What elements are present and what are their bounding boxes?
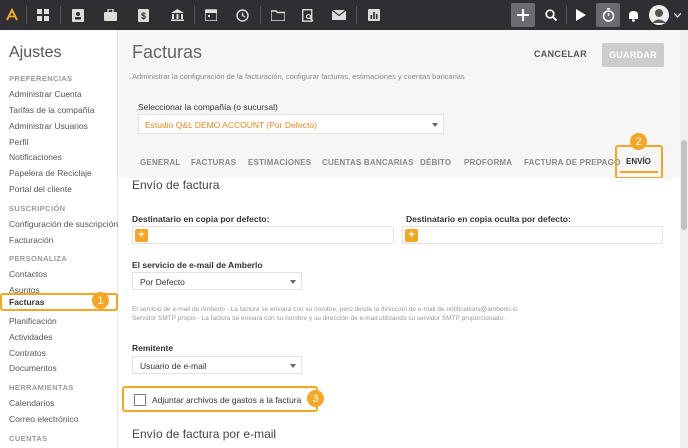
section-heading: Envío de factura por e-mail bbox=[132, 427, 277, 441]
sidebar-item-label: Facturas bbox=[9, 297, 45, 307]
cc-label: Destinatario en copia por defecto: bbox=[132, 214, 270, 224]
sidebar-section-label: CUENTAS bbox=[9, 434, 48, 443]
sender-select[interactable]: Usuario de e-mail bbox=[132, 356, 302, 374]
step-badge-1: 1 bbox=[92, 292, 109, 309]
settings-tabs: GENERAL FACTURAS ESTIMACIONES CUENTAS BA… bbox=[118, 150, 680, 178]
sidebar-item[interactable]: Papelera de Reciclaje bbox=[9, 168, 92, 178]
sidebar-item[interactable]: Administrar Cuenta bbox=[9, 89, 82, 99]
sidebar-item[interactable]: Documentos bbox=[9, 363, 57, 373]
bank-icon[interactable] bbox=[162, 0, 192, 30]
cancel-button[interactable]: CANCELAR bbox=[528, 43, 593, 65]
page-description: Administrar la configuración de la factu… bbox=[132, 72, 465, 81]
dashboard-icon[interactable] bbox=[30, 0, 56, 30]
timer-icon[interactable] bbox=[596, 3, 620, 27]
history-icon[interactable] bbox=[228, 0, 256, 30]
company-select-label: Seleccionar la compañía (o sucursal) bbox=[138, 102, 278, 112]
sidebar-item[interactable]: Configuración de suscripción bbox=[9, 219, 118, 229]
sidebar-item[interactable]: Actividades bbox=[9, 332, 52, 342]
sidebar-item[interactable]: Portal del cliente bbox=[9, 184, 72, 194]
sidebar-section-label: SUSCRIPCIÓN bbox=[9, 204, 66, 213]
logo-icon[interactable] bbox=[0, 0, 24, 30]
play-icon[interactable] bbox=[570, 0, 592, 30]
sidebar-item[interactable]: Facturación bbox=[9, 235, 53, 245]
top-navigation-bar: $ bbox=[0, 0, 688, 30]
attach-expenses-checkbox[interactable] bbox=[134, 394, 146, 406]
calendar-icon[interactable] bbox=[198, 0, 224, 30]
email-service-label: El servicio de e-mail de Amberlo bbox=[132, 260, 263, 270]
reports-icon[interactable] bbox=[360, 0, 388, 30]
invoice-icon[interactable]: $ bbox=[128, 0, 158, 30]
company-select-value: Estudio Q&L DEMO ACCOUNT (Por Defecto) bbox=[145, 120, 317, 130]
scrollbar-thumb[interactable] bbox=[681, 140, 687, 230]
avatar[interactable] bbox=[648, 0, 670, 30]
page-title: Facturas bbox=[132, 42, 203, 62]
cc-input[interactable]: + bbox=[132, 226, 394, 244]
sidebar-section-label: PREFERENCIAS bbox=[9, 74, 73, 83]
save-button[interactable]: GUARDAR bbox=[602, 43, 664, 67]
add-recipient-button[interactable]: + bbox=[135, 229, 148, 242]
email-service-select[interactable]: Por Defecto bbox=[132, 272, 302, 290]
add-icon[interactable] bbox=[511, 3, 535, 27]
folder-icon[interactable] bbox=[264, 0, 292, 30]
bcc-label: Destinatario en copia oculta por defecto… bbox=[406, 214, 571, 224]
sidebar-item[interactable]: Contratos bbox=[9, 348, 46, 358]
sidebar-item[interactable]: Administrar Usuarios bbox=[9, 121, 88, 131]
mail-icon[interactable] bbox=[324, 0, 354, 30]
chevron-down-icon bbox=[432, 123, 438, 127]
sidebar-item[interactable]: Correo electrónico bbox=[9, 414, 78, 424]
email-service-value: Por Defecto bbox=[140, 277, 185, 287]
company-select[interactable]: Estudio Q&L DEMO ACCOUNT (Por Defecto) bbox=[138, 114, 444, 134]
chevron-down-icon bbox=[290, 364, 296, 368]
help-text: El servicio de e-mail de Amberlo - La fa… bbox=[132, 306, 518, 313]
sidebar-item[interactable]: Planificación bbox=[9, 316, 57, 326]
active-tab-indicator bbox=[620, 171, 658, 173]
tab-factura-de-prepago[interactable]: FACTURA DE PREPAGO bbox=[524, 158, 621, 167]
tab-proforma[interactable]: PROFORMA bbox=[464, 158, 512, 167]
section-heading: Envío de factura bbox=[132, 178, 220, 192]
sidebar-section-label: HERRAMIENTAS bbox=[9, 383, 74, 392]
scrollbar-track[interactable] bbox=[680, 30, 688, 448]
sidebar-item[interactable]: Perfil bbox=[9, 137, 28, 147]
sender-value: Usuario de e-mail bbox=[140, 361, 207, 371]
attach-expenses-label: Adjuntar archivos de gastos a la factura bbox=[152, 395, 302, 405]
svg-text:$: $ bbox=[140, 11, 145, 21]
chevron-down-icon[interactable] bbox=[670, 0, 684, 30]
tab-estimaciones[interactable]: ESTIMACIONES bbox=[248, 158, 311, 167]
contacts-icon[interactable] bbox=[64, 0, 92, 30]
tab-general[interactable]: GENERAL bbox=[140, 158, 181, 167]
tab-debito[interactable]: DÉBITO bbox=[420, 158, 451, 167]
add-recipient-button[interactable]: + bbox=[405, 229, 418, 242]
tab-envio[interactable]: ENVÍO bbox=[626, 157, 651, 166]
bcc-input[interactable]: + bbox=[402, 226, 663, 244]
sidebar-section-label: PERSONALIZA bbox=[9, 254, 68, 263]
chevron-down-icon bbox=[290, 280, 296, 284]
document-search-icon[interactable] bbox=[294, 0, 322, 30]
settings-sidebar: Ajustes PREFERENCIAS Administrar Cuenta … bbox=[0, 30, 118, 448]
sidebar-item[interactable]: Notificaciones bbox=[9, 152, 62, 162]
sidebar-item[interactable]: Calendarios bbox=[9, 398, 54, 408]
sender-label: Remitente bbox=[132, 343, 174, 353]
briefcase-icon[interactable] bbox=[96, 0, 124, 30]
sidebar-item[interactable]: Contactos bbox=[9, 269, 47, 279]
bell-icon[interactable] bbox=[624, 0, 642, 30]
step-badge-3: 3 bbox=[307, 390, 324, 407]
main-content: Facturas Administrar la configuración de… bbox=[118, 30, 688, 448]
tab-cuentas-bancarias[interactable]: CUENTAS BANCARIAS bbox=[322, 158, 414, 167]
sidebar-title: Ajustes bbox=[9, 44, 62, 61]
help-text: Servidor SMTP propio - La factura se env… bbox=[132, 315, 505, 322]
search-icon[interactable] bbox=[540, 0, 562, 30]
tab-facturas[interactable]: FACTURAS bbox=[191, 158, 236, 167]
step-badge-2: 2 bbox=[630, 133, 647, 150]
attach-expenses-option[interactable]: Adjuntar archivos de gastos a la factura bbox=[122, 386, 318, 412]
sidebar-item[interactable]: Tarifas de la compañía bbox=[9, 105, 95, 115]
